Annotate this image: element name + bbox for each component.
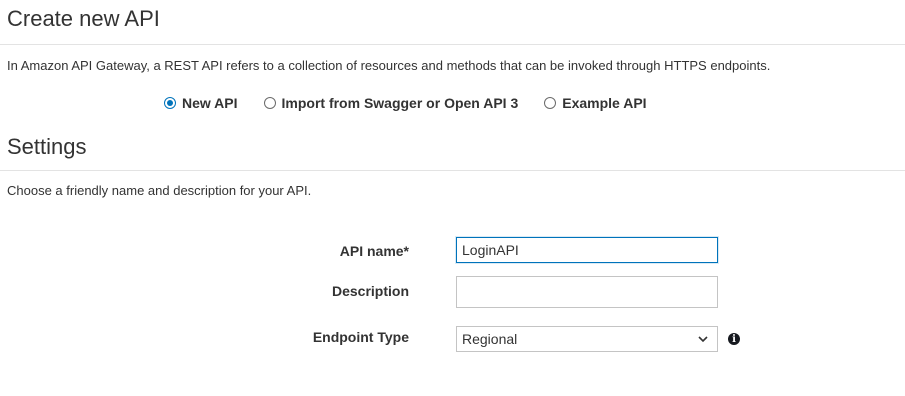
- page-title: Create new API: [7, 6, 160, 31]
- info-icon[interactable]: i: [728, 333, 740, 345]
- divider: [0, 170, 905, 171]
- api-type-radio-group: New API Import from Swagger or Open API …: [164, 95, 673, 111]
- radio-button[interactable]: [263, 97, 276, 109]
- endpoint-type-label: Endpoint Type: [312, 329, 409, 345]
- endpoint-type-select[interactable]: Regional: [456, 326, 718, 352]
- intro-text: In Amazon API Gateway, a REST API refers…: [7, 58, 771, 73]
- description-label: Description: [331, 283, 409, 299]
- radio-new-api[interactable]: New API: [164, 95, 238, 111]
- radio-button[interactable]: [544, 97, 557, 109]
- radio-import-swagger[interactable]: Import from Swagger or Open API 3: [263, 95, 519, 111]
- settings-description: Choose a friendly name and description f…: [7, 183, 312, 198]
- radio-label: New API: [182, 95, 238, 111]
- radio-label: Import from Swagger or Open API 3: [281, 95, 519, 111]
- radio-label: Example API: [562, 95, 647, 111]
- api-name-input[interactable]: [456, 237, 718, 263]
- description-input[interactable]: [456, 276, 718, 308]
- radio-example-api[interactable]: Example API: [544, 95, 647, 111]
- create-api-page: Create new API In Amazon API Gateway, a …: [0, 0, 905, 396]
- settings-title: Settings: [7, 134, 87, 159]
- radio-button-selected[interactable]: [164, 97, 176, 109]
- api-name-label: API name*: [339, 243, 409, 259]
- chevron-down-icon: [698, 336, 708, 343]
- endpoint-type-value: Regional: [462, 331, 518, 347]
- divider: [0, 44, 905, 45]
